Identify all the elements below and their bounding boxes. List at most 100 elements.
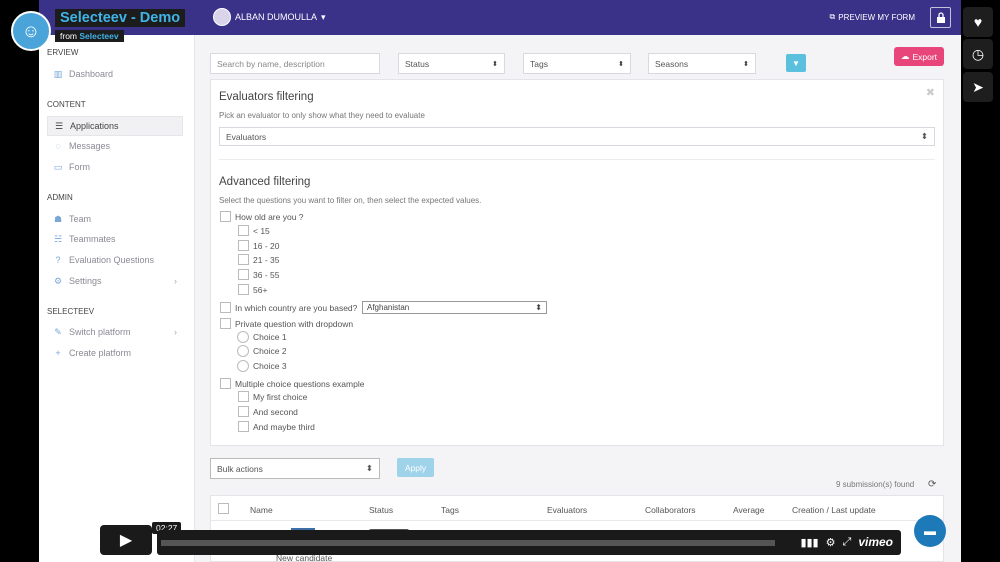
- sidebar-item-label: Teammates: [69, 234, 116, 244]
- refresh-icon[interactable]: ⟳: [928, 479, 936, 490]
- checkbox[interactable]: [238, 240, 249, 251]
- select-arrows-icon: ⬍: [492, 60, 498, 68]
- age-option[interactable]: 56+: [238, 284, 267, 295]
- question-country-checkbox[interactable]: In which country are you based?: [220, 302, 357, 313]
- age-option[interactable]: 36 - 55: [238, 269, 279, 280]
- sidebar-item-team[interactable]: ☗ Team: [47, 209, 183, 229]
- sidebar-item-dashboard[interactable]: ▥ Dashboard: [47, 64, 183, 84]
- channel-avatar[interactable]: ☺: [11, 11, 51, 51]
- seasons-select[interactable]: Seasons ⬍: [648, 53, 756, 74]
- select-all-checkbox[interactable]: [218, 503, 229, 514]
- question-label: Multiple choice questions example: [235, 378, 365, 389]
- checkbox[interactable]: [220, 211, 231, 222]
- progress-bar[interactable]: [161, 540, 775, 546]
- checkbox[interactable]: [220, 302, 231, 313]
- checkbox[interactable]: [238, 421, 249, 432]
- checkbox[interactable]: [238, 391, 249, 402]
- watch-later-button[interactable]: ◷: [963, 39, 993, 69]
- checkbox[interactable]: [238, 269, 249, 280]
- private-option[interactable]: Choice 2: [237, 345, 287, 357]
- filter-button[interactable]: ▼: [786, 54, 806, 72]
- settings-icon[interactable]: ⚙: [826, 536, 836, 549]
- checkbox[interactable]: [238, 254, 249, 265]
- checkbox[interactable]: [238, 406, 249, 417]
- play-icon: ▶: [119, 532, 133, 549]
- export-button[interactable]: ☁ Export: [894, 47, 944, 66]
- play-button[interactable]: ▶: [100, 525, 152, 555]
- column-header-tags[interactable]: Tags: [441, 505, 459, 515]
- app-frame: ALBAN DUMOULLA ▾ ⧉ PREVIEW MY FORM ERVIE…: [39, 0, 961, 562]
- age-option[interactable]: < 15: [238, 225, 270, 236]
- column-header-status[interactable]: Status: [369, 505, 393, 515]
- sidebar-item-label: Applications: [70, 121, 119, 131]
- option-label: 21 - 35: [253, 254, 280, 265]
- select-arrows-icon: ⬍: [920, 131, 928, 141]
- share-button[interactable]: ➤: [963, 72, 993, 102]
- select-arrows-icon: ⬍: [535, 303, 542, 312]
- checkbox[interactable]: [238, 225, 249, 236]
- checkbox[interactable]: [238, 284, 249, 295]
- avatar: [213, 8, 231, 26]
- filter-icon: ▼: [792, 58, 800, 68]
- sidebar-item-label: Switch platform: [69, 327, 131, 337]
- radio[interactable]: [237, 360, 249, 372]
- question-private-checkbox[interactable]: Private question with dropdown: [220, 318, 353, 329]
- close-icon[interactable]: ✖: [926, 86, 935, 99]
- video-title[interactable]: Selecteev - Demo: [55, 9, 186, 27]
- radio[interactable]: [237, 345, 249, 357]
- edit-icon: ✎: [54, 326, 62, 337]
- question-multi-checkbox[interactable]: Multiple choice questions example: [220, 378, 364, 389]
- status-select-value: Status: [405, 58, 430, 69]
- multi-option[interactable]: And second: [238, 406, 298, 417]
- column-header-average[interactable]: Average: [733, 505, 765, 515]
- multi-option[interactable]: My first choice: [238, 391, 307, 402]
- bulk-actions-select[interactable]: Bulk actions ⬍: [210, 458, 380, 479]
- clock-icon: ◷: [971, 45, 985, 62]
- checkbox[interactable]: [220, 378, 231, 389]
- search-input[interactable]: Search by name, description: [210, 53, 380, 74]
- multi-option[interactable]: And maybe third: [238, 421, 315, 432]
- column-header-name[interactable]: Name: [250, 505, 273, 515]
- video-author[interactable]: from Selecteev: [55, 30, 124, 42]
- radio[interactable]: [237, 331, 249, 343]
- sidebar-item-messages[interactable]: ◌ Messages: [47, 136, 183, 156]
- age-option[interactable]: 16 - 20: [238, 240, 279, 251]
- checkbox[interactable]: [220, 318, 231, 329]
- sidebar-item-switch-platform[interactable]: ✎ Switch platform ›: [47, 322, 183, 342]
- apply-button[interactable]: Apply: [397, 458, 434, 477]
- teammates-icon: ☵: [53, 233, 63, 244]
- sidebar-item-settings[interactable]: ⚙ Settings ›: [47, 271, 183, 291]
- column-header-collaborators[interactable]: Collaborators: [645, 505, 696, 515]
- private-option[interactable]: Choice 1: [237, 331, 287, 343]
- sidebar-item-teammates[interactable]: ☵ Teammates: [47, 229, 183, 249]
- sidebar-item-applications[interactable]: ☰ Applications: [47, 116, 183, 136]
- preview-form-label: PREVIEW MY FORM: [838, 12, 915, 22]
- column-header-evaluators[interactable]: Evaluators: [547, 505, 587, 515]
- evaluators-select[interactable]: Evaluators ⬍: [219, 127, 935, 146]
- private-option[interactable]: Choice 3: [237, 360, 287, 372]
- divider: [211, 520, 943, 521]
- user-menu[interactable]: ALBAN DUMOULLA ▾: [213, 8, 326, 26]
- fullscreen-icon[interactable]: ⤢: [843, 536, 852, 549]
- sidebar-item-evaluation-questions[interactable]: ? Evaluation Questions: [47, 250, 183, 270]
- status-select[interactable]: Status ⬍: [398, 53, 505, 74]
- age-option[interactable]: 21 - 35: [238, 254, 279, 265]
- evaluators-heading: Evaluators filtering: [219, 91, 314, 103]
- seasons-select-value: Seasons: [655, 58, 689, 69]
- tags-select[interactable]: Tags ⬍: [523, 53, 631, 74]
- like-button[interactable]: ♥: [963, 7, 993, 37]
- sidebar-item-create-platform[interactable]: + Create platform: [47, 343, 183, 363]
- question-age-checkbox[interactable]: How old are you ?: [220, 211, 304, 222]
- column-header-creation[interactable]: Creation / Last update: [792, 505, 876, 515]
- section-content: CONTENT: [47, 100, 86, 109]
- sidebar-item-form[interactable]: ▭ Form: [47, 157, 183, 177]
- country-select[interactable]: Afghanistan ⬍: [362, 301, 547, 314]
- caret-down-icon: ▾: [321, 11, 326, 22]
- preview-form-link[interactable]: ⧉ PREVIEW MY FORM: [830, 12, 915, 22]
- chat-button[interactable]: ▬: [914, 515, 946, 547]
- volume-icon[interactable]: ▮▮▮: [800, 536, 818, 549]
- question-label: How old are you ?: [235, 211, 304, 222]
- lock-button[interactable]: [930, 7, 951, 28]
- vimeo-logo[interactable]: vimeo: [858, 535, 893, 549]
- evaluators-subtitle: Pick an evaluator to only show what they…: [219, 111, 425, 120]
